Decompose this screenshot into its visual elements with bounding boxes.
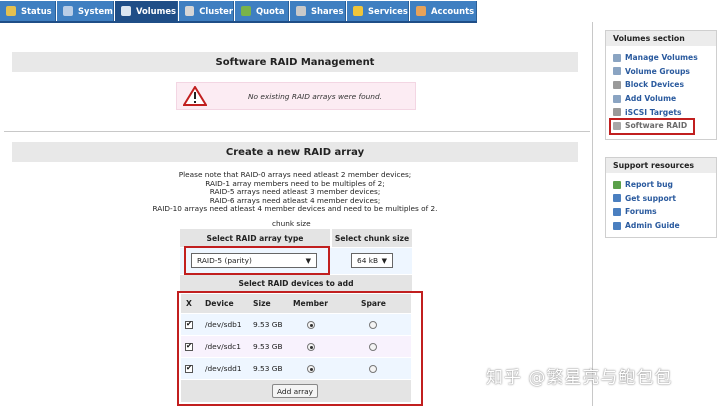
sidebar-item-label: iSCSI Targets [625, 107, 682, 117]
shares-icon [296, 6, 306, 16]
raid-notes: Please note that RAID-0 arrays need atle… [100, 170, 490, 214]
raid-management-title: Software RAID Management [12, 52, 578, 72]
sidebar-item-label: Get support [625, 193, 677, 203]
sidebar-item-forums[interactable]: Forums [606, 205, 716, 219]
manage-volumes-icon [613, 53, 621, 62]
sidebar-item-iscsi-targets[interactable]: iSCSI Targets [606, 105, 716, 119]
iscsi-targets-icon [613, 108, 621, 117]
volumes-section-title: Volumes section [606, 31, 716, 46]
support-resources-box: Support resources Report bug Get support… [605, 157, 717, 239]
tab-services[interactable]: Services [347, 1, 409, 21]
chunk-size-value: 64 kB [357, 256, 379, 265]
tab-label: Shares [311, 6, 344, 16]
sidebar-item-block-devices[interactable]: Block Devices [606, 78, 716, 92]
tab-label: Status [21, 6, 52, 16]
sidebar-item-get-support[interactable]: Get support [606, 192, 716, 206]
sidebar-item-label: Add Volume [625, 94, 677, 104]
cluster-icon [185, 6, 195, 16]
tab-label: Volumes [136, 6, 177, 16]
select-type-header: Select RAID array type [180, 229, 330, 247]
devices-header: Select RAID devices to add [180, 275, 412, 292]
top-navigation: Status System Volumes Cluster Quota Shar… [0, 0, 720, 23]
system-icon [63, 6, 73, 16]
tab-shares[interactable]: Shares [290, 1, 346, 21]
tab-cluster[interactable]: Cluster [179, 1, 234, 21]
tab-label: Quota [256, 6, 285, 16]
highlight-software-raid [609, 118, 695, 135]
sidebar-item-report-bug[interactable]: Report bug [606, 178, 716, 192]
accounts-icon [416, 6, 426, 16]
tab-accounts[interactable]: Accounts [410, 1, 477, 21]
nav-underline [0, 21, 477, 23]
highlight-raid-type [184, 246, 330, 275]
tab-label: System [78, 6, 113, 16]
tab-quota[interactable]: Quota [235, 1, 289, 21]
sidebar-item-label: Admin Guide [625, 221, 680, 231]
tab-label: Accounts [431, 6, 475, 16]
tab-label: Services [368, 6, 408, 16]
sidebar-item-label: Block Devices [625, 80, 684, 90]
highlight-devices [177, 291, 423, 406]
sidebar-item-label: Report bug [625, 180, 673, 190]
status-icon [6, 6, 16, 16]
tab-volumes[interactable]: Volumes [115, 1, 178, 21]
select-chunk-header: Select chunk size [332, 229, 412, 247]
warning-icon [183, 86, 207, 106]
add-volume-icon [613, 94, 621, 103]
report-bug-icon [613, 180, 621, 189]
sidebar-item-add-volume[interactable]: Add Volume [606, 92, 716, 106]
sidebar-item-label: Forums [625, 207, 657, 217]
alert-message: No existing RAID arrays were found. [247, 91, 383, 101]
tab-system[interactable]: System [57, 1, 114, 21]
sidebar-item-manage-volumes[interactable]: Manage Volumes [606, 51, 716, 65]
chunk-size-label: chunk size [272, 219, 311, 228]
watermark: 知乎 @繁星亮与鲍包包 [486, 368, 673, 388]
create-array-title: Create a new RAID array [12, 142, 578, 162]
sidebar-item-label: Volume Groups [625, 66, 690, 76]
get-support-icon [613, 194, 621, 203]
admin-guide-icon [613, 221, 621, 230]
forums-icon [613, 207, 621, 216]
sidebar-item-volume-groups[interactable]: Volume Groups [606, 65, 716, 79]
sidebar-item-label: Manage Volumes [625, 53, 698, 63]
support-resources-title: Support resources [606, 158, 716, 173]
note-line: RAID-10 arrays need atleast 4 member dev… [152, 204, 438, 214]
divider [4, 131, 590, 132]
sidebar-item-admin-guide[interactable]: Admin Guide [606, 219, 716, 233]
tab-status[interactable]: Status [0, 1, 56, 21]
sidebar-divider [592, 22, 593, 406]
volumes-icon [121, 6, 131, 16]
volume-groups-icon [613, 67, 621, 76]
dropdown-arrow-icon: ▼ [381, 257, 387, 265]
services-icon [353, 6, 363, 16]
block-devices-icon [613, 80, 621, 89]
no-arrays-alert: No existing RAID arrays were found. [176, 82, 416, 110]
quota-icon [241, 6, 251, 16]
tab-label: Cluster [199, 6, 233, 16]
chunk-size-select[interactable]: 64 kB ▼ [351, 253, 393, 268]
